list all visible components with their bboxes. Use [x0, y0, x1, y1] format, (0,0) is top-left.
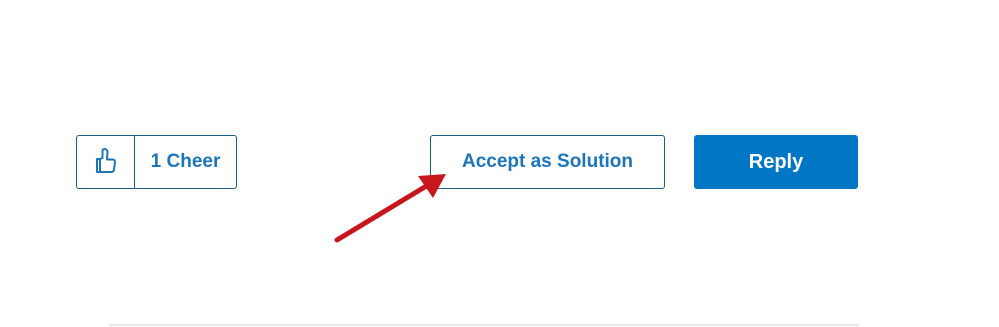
cheer-group: 1 Cheer: [76, 135, 237, 189]
thumbs-up-icon: [94, 146, 118, 179]
cheer-button[interactable]: [77, 136, 135, 188]
reply-button[interactable]: Reply: [694, 135, 858, 189]
cheer-count[interactable]: 1 Cheer: [135, 136, 236, 188]
accept-as-solution-button[interactable]: Accept as Solution: [430, 135, 665, 189]
divider: [110, 324, 858, 326]
